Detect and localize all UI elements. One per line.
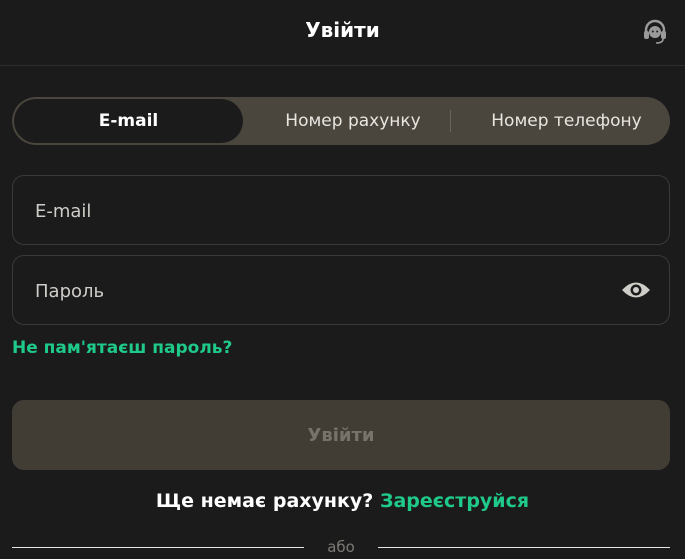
- show-password-button[interactable]: [621, 278, 651, 302]
- email-input[interactable]: [33, 176, 597, 246]
- tab-phone-number[interactable]: Номер телефону: [463, 97, 670, 145]
- or-label: або: [327, 538, 355, 556]
- login-page: Увійти E-mail Номер рахунку Номер телефо…: [0, 0, 685, 559]
- tab-account-number[interactable]: Номер рахунку: [243, 97, 463, 145]
- eye-icon: [622, 282, 650, 298]
- divider-line-right: [378, 547, 670, 548]
- header: Увійти: [0, 0, 685, 66]
- or-divider: або: [12, 538, 670, 558]
- password-field-container: [12, 255, 670, 326]
- forgot-password-link[interactable]: Не пам'ятаєш пароль?: [12, 338, 232, 358]
- divider-line-left: [12, 547, 304, 548]
- register-link[interactable]: Зареєструйся: [380, 490, 529, 512]
- support-button[interactable]: [641, 17, 669, 45]
- register-prompt: Ще немає рахунку? Зареєструйся: [0, 490, 685, 512]
- page-title: Увійти: [305, 18, 380, 42]
- email-field-container: [12, 175, 670, 246]
- headset-icon: [644, 19, 666, 44]
- register-question: Ще немає рахунку?: [155, 490, 374, 512]
- login-submit-button[interactable]: Увійти: [12, 400, 670, 470]
- tab-email[interactable]: E-mail: [14, 99, 243, 143]
- login-method-tabs: E-mail Номер рахунку Номер телефону: [12, 97, 670, 145]
- password-input[interactable]: [33, 256, 597, 326]
